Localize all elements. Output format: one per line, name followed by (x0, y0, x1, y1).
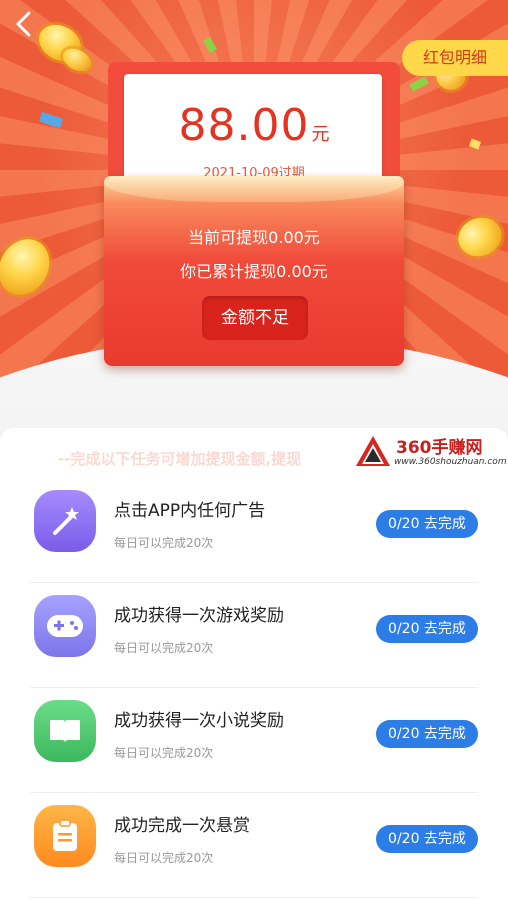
task-go-button[interactable]: 0/20 去完成 (376, 615, 478, 643)
watermark-logo-icon (356, 436, 390, 466)
task-subtitle: 每日可以完成20次 (114, 536, 214, 550)
magic-wand-icon (34, 490, 96, 552)
watermark-title: 360手赚网 (396, 438, 483, 458)
chevron-left-icon (16, 11, 31, 37)
task-panel: --完成以下任务可增加提现金额,提现 360手赚网 www.360shouzhu… (0, 428, 508, 900)
task-hint: --完成以下任务可增加提现金额,提现 (58, 450, 302, 468)
task-list: 点击APP内任何广告 每日可以完成20次 0/20 去完成 成功获得一次游戏奖励… (0, 478, 508, 898)
book-icon (34, 700, 96, 762)
task-go-button[interactable]: 0/20 去完成 (376, 510, 478, 538)
withdrawable-amount: 当前可提现0.00元 (188, 228, 320, 247)
task-title: 成功获得一次小说奖励 (114, 711, 284, 731)
task-item: 成功获得一次小说奖励 每日可以完成20次 0/20 去完成 (30, 688, 478, 793)
amount-unit: 元 (311, 124, 330, 145)
withdraw-button[interactable]: 金额不足 (202, 296, 308, 340)
gamepad-icon (34, 595, 96, 657)
task-subtitle: 每日可以完成20次 (114, 851, 214, 865)
total-withdrawn: 你已累计提现0.00元 (180, 262, 328, 281)
task-title: 点击APP内任何广告 (114, 501, 266, 521)
task-go-button[interactable]: 0/20 去完成 (376, 720, 478, 748)
task-go-button[interactable]: 0/20 去完成 (376, 825, 478, 853)
amount-display: 88.00 元 (0, 100, 508, 151)
task-title: 成功获得一次游戏奖励 (114, 606, 284, 626)
task-item: 成功完成一次悬赏 每日可以完成20次 0/20 去完成 (30, 793, 478, 898)
watermark-url: www.360shouzhuan.com (394, 457, 507, 467)
redpacket-detail-button[interactable]: 红包明细 (402, 40, 508, 76)
back-button[interactable] (8, 8, 40, 40)
task-subtitle: 每日可以完成20次 (114, 641, 214, 655)
task-subtitle: 每日可以完成20次 (114, 746, 214, 760)
task-item: 点击APP内任何广告 每日可以完成20次 0/20 去完成 (30, 478, 478, 583)
task-title: 成功完成一次悬赏 (114, 816, 250, 836)
clipboard-icon (34, 805, 96, 867)
amount-value: 88.00 (178, 100, 310, 151)
task-item: 成功获得一次游戏奖励 每日可以完成20次 0/20 去完成 (30, 583, 478, 688)
watermark: 360手赚网 www.360shouzhuan.com (354, 432, 507, 472)
